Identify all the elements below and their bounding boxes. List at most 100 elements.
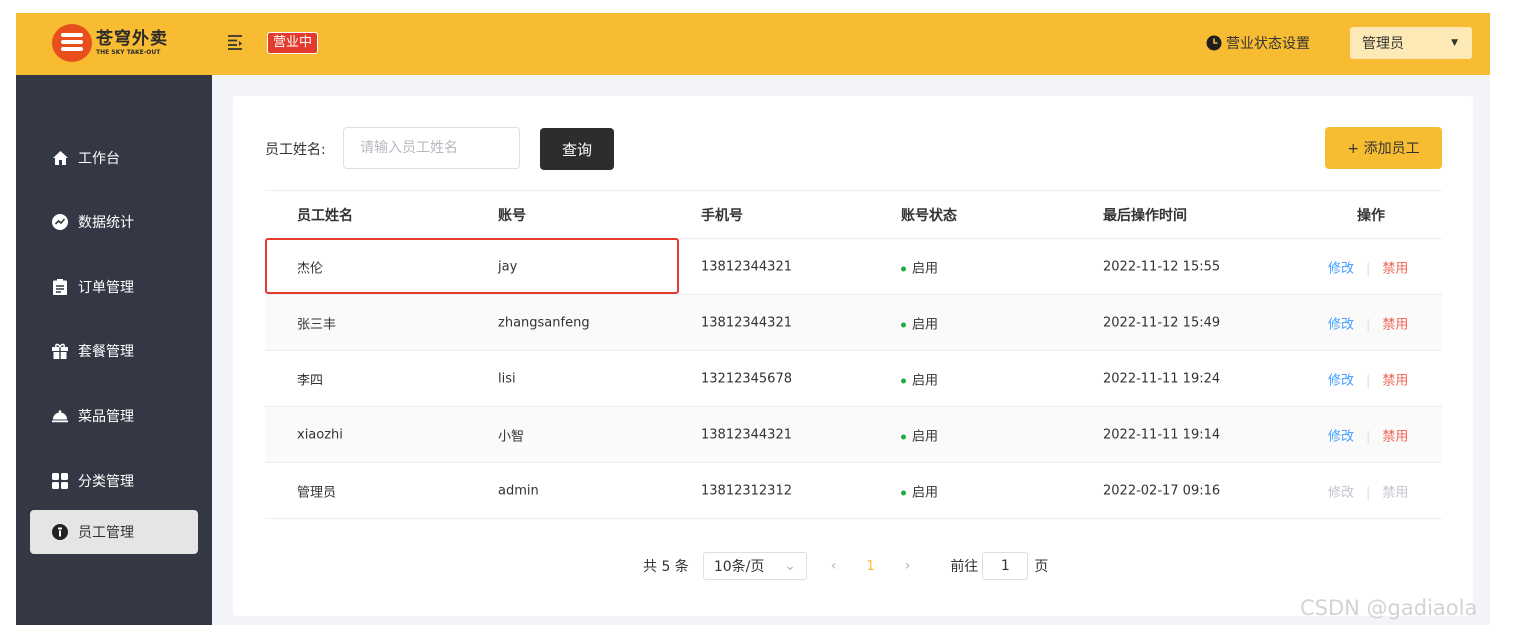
table-row: 管理员 admin 13812312312 启用 2022-02-17 09:1… [265, 463, 1442, 519]
logo: 苍穹外卖 THE SKY TAKE-OUT [52, 24, 168, 62]
order-icon [52, 279, 68, 295]
disable-link[interactable]: 禁用 [1382, 373, 1408, 388]
status-dot-icon [901, 434, 906, 439]
account-cell: admin [498, 483, 539, 498]
account-cell: 小智 [498, 429, 525, 444]
account-cell: zhangsanfeng [498, 315, 590, 330]
menu-toggle-icon[interactable] [226, 33, 244, 51]
sidebar-item-label: 数据统计 [78, 215, 134, 231]
logo-title: 苍穹外卖 [96, 29, 168, 49]
disable-link[interactable]: 禁用 [1382, 429, 1408, 444]
disable-link-disabled: 禁用 [1382, 485, 1409, 500]
sidebar-item-orders[interactable]: 订单管理 [30, 265, 198, 309]
action-divider: | [1366, 485, 1371, 500]
action-divider: | [1366, 317, 1371, 332]
edit-link[interactable]: 修改 [1328, 317, 1354, 332]
clock-icon [1206, 35, 1222, 51]
sidebar-item-label: 套餐管理 [78, 344, 134, 360]
top-header: 苍穹外卖 THE SKY TAKE-OUT 营业中 营业状态设置 管理员 ▼ [16, 13, 1490, 75]
status-cell: 启用 [901, 481, 938, 500]
watermark: CSDN @gadiaola [1300, 596, 1478, 620]
chart-icon [52, 214, 68, 230]
sidebar-item-setmeal[interactable]: 套餐管理 [30, 329, 198, 373]
status-dot-icon [901, 378, 906, 383]
status-settings-link[interactable]: 营业状态设置 [1206, 33, 1310, 53]
user-dropdown[interactable]: 管理员 ▼ [1350, 27, 1472, 59]
sidebar-item-workbench[interactable]: 工作台 [30, 136, 198, 180]
disable-link[interactable]: 禁用 [1382, 261, 1408, 276]
goto-label: 前往 [950, 559, 979, 575]
logo-mark-icon [52, 24, 92, 62]
status-cell: 启用 [901, 313, 938, 332]
status-dot-icon [901, 490, 906, 495]
employee-name-search-input[interactable] [343, 127, 520, 169]
table-row: 杰伦 jay 13812344321 启用 2022-11-12 15:55 修… [265, 239, 1442, 295]
last-operation-time-cell: 2022-02-17 09:16 [1103, 483, 1221, 498]
goto-page-input[interactable]: 1 [982, 552, 1029, 580]
column-header: 账号状态 [901, 207, 957, 224]
sidebar-item-dishes[interactable]: 菜品管理 [30, 394, 198, 438]
prev-page-button[interactable]: ‹ [831, 558, 837, 574]
employee-name-cell: 李四 [297, 373, 324, 388]
edit-link[interactable]: 修改 [1328, 261, 1354, 276]
page-size-select[interactable]: 10条/页 ⌄ [702, 552, 807, 580]
actions-cell: 修改 | 禁用 [1328, 369, 1408, 388]
grid-icon [52, 473, 68, 489]
disable-link[interactable]: 禁用 [1382, 317, 1408, 332]
actions-cell: 修改 | 禁用 [1328, 257, 1408, 276]
status-dot-icon [901, 322, 906, 327]
status-settings-label: 营业状态设置 [1226, 36, 1310, 52]
employee-name-cell: 杰伦 [297, 261, 324, 276]
sidebar-item-label: 分类管理 [78, 474, 134, 490]
sidebar-item-label: 菜品管理 [78, 409, 134, 425]
user-name: 管理员 [1362, 36, 1404, 52]
column-header: 员工姓名 [297, 207, 353, 224]
employee-panel: 员工姓名: 查询 + 添加员工 员工姓名 账号 手机号 账号状态 最后操作时间 … [233, 96, 1473, 616]
sidebar-item-label: 订单管理 [78, 280, 134, 296]
app-window: 苍穹外卖 THE SKY TAKE-OUT 营业中 营业状态设置 管理员 ▼ 工… [16, 13, 1490, 625]
edit-link[interactable]: 修改 [1328, 429, 1354, 444]
sidebar-item-categories[interactable]: 分类管理 [30, 459, 198, 503]
edit-link[interactable]: 修改 [1328, 373, 1354, 388]
phone-cell: 13812312312 [701, 483, 792, 498]
table-row: 张三丰 zhangsanfeng 13812344321 启用 2022-11-… [265, 295, 1442, 351]
chevron-down-icon: ⌄ [784, 558, 796, 574]
table-row: xiaozhi 小智 13812344321 启用 2022-11-11 19:… [265, 407, 1442, 463]
sidebar-item-statistics[interactable]: 数据统计 [30, 200, 198, 244]
actions-cell: 修改 | 禁用 [1328, 481, 1408, 500]
dish-icon [52, 408, 68, 424]
sidebar-item-employees[interactable]: 员工管理 [30, 510, 198, 554]
search-label: 员工姓名: [265, 142, 326, 158]
edit-link-disabled: 修改 [1328, 485, 1355, 500]
phone-cell: 13212345678 [701, 371, 792, 386]
sidebar-item-label: 员工管理 [78, 525, 134, 541]
table-row: 李四 lisi 13212345678 启用 2022-11-11 19:24 … [265, 351, 1442, 407]
logo-subtitle: THE SKY TAKE-OUT [96, 49, 161, 56]
last-operation-time-cell: 2022-11-12 15:55 [1103, 259, 1221, 274]
sidebar-item-label: 工作台 [78, 151, 120, 167]
total-count: 共 5 条 [643, 559, 689, 575]
actions-cell: 修改 | 禁用 [1328, 425, 1408, 444]
column-header: 手机号 [701, 207, 743, 224]
pagination: 共 5 条 10条/页 ⌄ ‹ 1 › 前往 1 页 [643, 552, 1048, 580]
page-number-current[interactable]: 1 [866, 559, 874, 574]
last-operation-time-cell: 2022-11-11 19:14 [1103, 427, 1221, 442]
action-divider: | [1366, 373, 1371, 388]
query-button[interactable]: 查询 [540, 128, 614, 170]
add-employee-button[interactable]: + 添加员工 [1325, 127, 1442, 169]
account-cell: jay [498, 259, 518, 274]
status-dot-icon [901, 266, 906, 271]
employee-name-cell: 管理员 [297, 485, 337, 500]
employee-name-cell: xiaozhi [297, 427, 343, 442]
employee-name-cell: 张三丰 [297, 317, 337, 332]
phone-cell: 13812344321 [701, 315, 792, 330]
status-cell: 启用 [901, 257, 938, 276]
action-divider: | [1366, 261, 1371, 276]
next-page-button[interactable]: › [905, 558, 911, 574]
column-header: 最后操作时间 [1103, 207, 1187, 224]
status-cell: 启用 [901, 425, 938, 444]
gift-icon [52, 343, 68, 359]
goto-suffix: 页 [1034, 559, 1049, 575]
home-icon [52, 150, 68, 166]
column-header: 账号 [498, 207, 526, 224]
